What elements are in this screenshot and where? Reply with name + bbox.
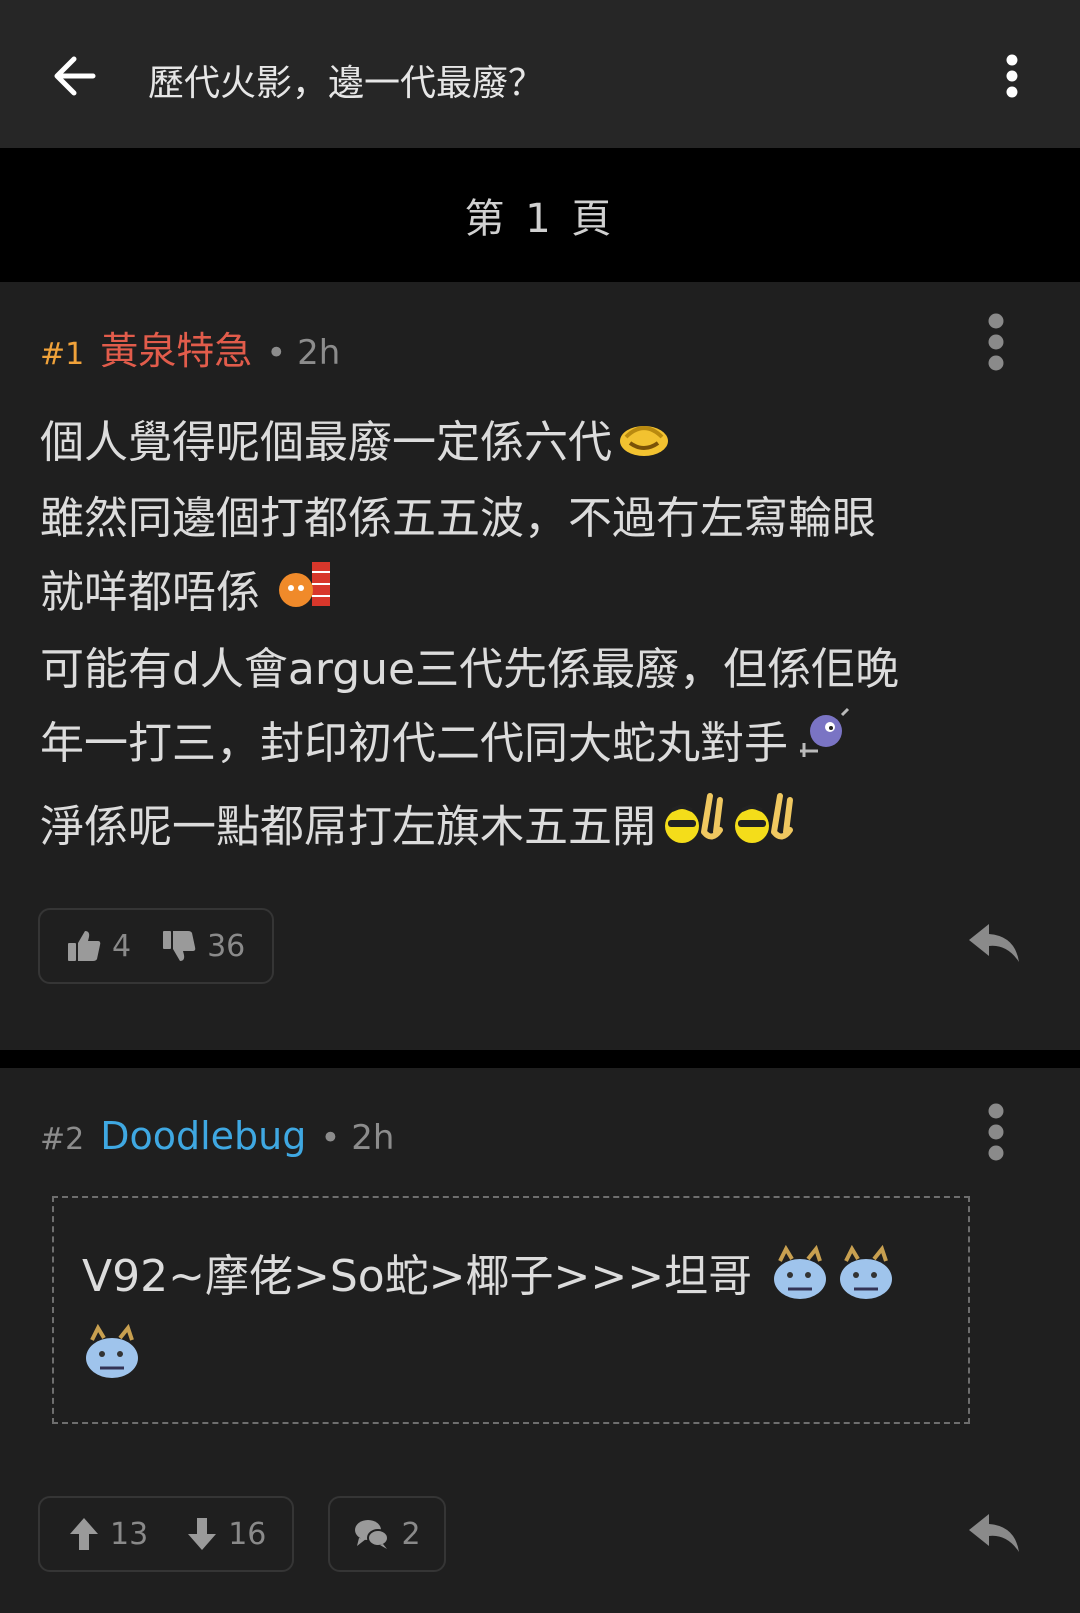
cool-rock-emoji-icon [730,788,796,871]
floor-number: #2 [40,1122,85,1157]
dragon-emoji-icon [82,1323,144,1386]
dragon-emoji-icon [836,1244,898,1314]
angry-wall-emoji-icon [274,558,334,633]
reply-icon [969,924,1019,962]
comment-count: 2 [401,1516,421,1552]
content-line: 就咩都唔係 [40,556,1050,633]
content-line: 年一打三，封印初代二代同大蛇丸對手 [40,707,1050,785]
floor-number: #1 [40,337,85,372]
like-count: 4 [112,928,132,964]
arrow-down-icon [188,1518,217,1550]
post-meta: #2 Doodlebug • 2h [40,1114,394,1158]
username[interactable]: Doodlebug [100,1114,306,1158]
arrow-left-icon [54,56,96,96]
purple-ghost-emoji-icon [792,707,856,784]
comments-button[interactable]: 2 [328,1496,446,1572]
post-content: 個人覺得呢個最廢一定係六代 雖然同邊個打都係五五波，不過冇左寫輪眼 就咩都唔係 … [40,406,1050,871]
back-button[interactable] [46,48,102,104]
content-text: 雖然同邊個打都係五五波，不過冇左寫輪眼 [40,493,876,544]
reply-button[interactable] [964,918,1024,968]
app-header: 歷代火影，邊一代最廢？ [0,0,1080,149]
post-options-button[interactable] [976,310,1016,374]
page-indicator-bar: 第 1 頁 [0,148,1080,282]
post-separator [0,1050,1080,1068]
more-options-button[interactable] [988,48,1036,104]
post-1: #1 黃泉特急 • 2h 個人覺得呢個最廢一定係六代 雖然同邊個打都係五五波，不… [0,282,1080,1050]
content-text: 可能有d人會argue三代先係最廢，但係佢晚 [40,643,900,695]
content-text: 年一打三，封印初代二代同大蛇丸對手 [40,717,788,769]
reply-icon [969,1514,1019,1552]
thumbs-up-icon [68,931,101,961]
post-2: #2 Doodlebug • 2h V92~摩佬>So蛇>椰子>>>坦哥 13 … [0,1068,1080,1613]
thumbs-down-icon [163,931,196,961]
dislike-count: 36 [207,928,246,964]
quote-emoji-row [82,1323,144,1386]
post-time: • 2h [266,333,341,373]
content-line: 雖然同邊個打都係五五波，不過冇左寫輪眼 [40,482,1050,556]
dragon-emoji-icon [770,1244,832,1314]
content-line: 淨係呢一點都屌打左旗木五五開 [40,788,1050,871]
quote-block: V92~摩佬>So蛇>椰子>>>坦哥 [52,1196,970,1424]
reply-button[interactable] [964,1508,1024,1558]
like-dislike-box: 4 36 [38,908,274,984]
comment-bubbles-icon [355,1520,390,1549]
cool-rock-emoji-icon [660,788,726,871]
more-vertical-icon [1006,54,1018,98]
more-vertical-icon [988,1103,1004,1161]
more-vertical-icon [988,313,1004,371]
content-line: 個人覺得呢個最廢一定係六代 [40,406,1050,482]
content-text: 淨係呢一點都屌打左旗木五五開 [40,801,656,853]
vote-box: 13 16 [38,1496,294,1572]
like-button[interactable]: 4 [66,929,131,964]
content-line: 可能有d人會argue三代先係最廢，但係佢晚 [40,633,1050,707]
thread-title: 歷代火影，邊一代最廢？ [148,63,545,104]
post-options-button[interactable] [976,1100,1016,1164]
post-time-value: 2h [297,333,341,373]
post-time: • 2h [320,1118,395,1158]
quote-content: V92~摩佬>So蛇>椰子>>>坦哥 [82,1240,898,1314]
content-text: 個人覺得呢個最廢一定係六代 [40,417,612,468]
downvote-count: 16 [228,1516,267,1552]
page-indicator: 第 1 頁 [464,196,616,242]
post-meta: #1 黃泉特急 • 2h [40,320,340,375]
downvote-button[interactable]: 16 [186,1516,266,1552]
upvote-button[interactable]: 13 [68,1516,148,1552]
arrow-up-icon [70,1518,98,1550]
laughing-emoji-icon [616,408,672,482]
content-text: 就咩都唔係 [40,567,260,618]
dislike-button[interactable]: 36 [161,929,245,964]
quote-text: V92~摩佬>So蛇>椰子>>>坦哥 [82,1251,753,1302]
upvote-count: 13 [110,1516,149,1552]
post-time-value: 2h [351,1118,395,1158]
username[interactable]: 黃泉特急 [100,320,252,375]
